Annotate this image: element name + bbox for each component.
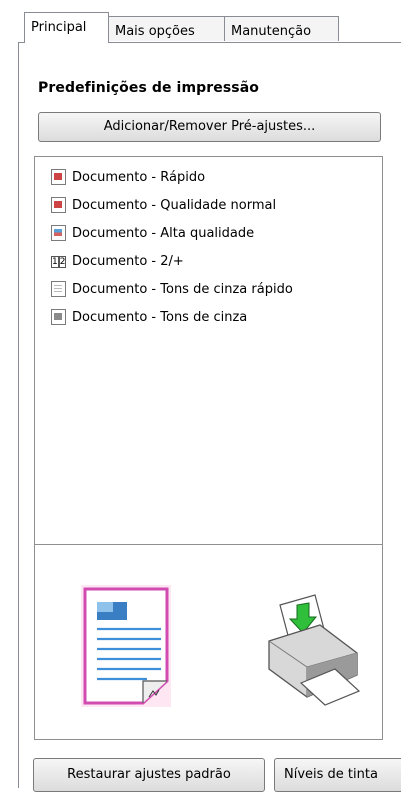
list-item[interactable]: 12 Documento - 2/+ bbox=[51, 251, 184, 271]
list-item[interactable]: Documento - Alta qualidade bbox=[51, 223, 254, 243]
list-item[interactable]: Documento - Rápido bbox=[51, 167, 205, 187]
presets-list[interactable]: Documento - Rápido Documento - Qualidade… bbox=[34, 156, 383, 544]
list-item-label: Documento - 2/+ bbox=[72, 253, 184, 269]
list-item-label: Documento - Alta qualidade bbox=[72, 225, 255, 241]
list-item-label: Documento - Rápido bbox=[72, 169, 206, 185]
document-fast-icon bbox=[51, 169, 66, 185]
list-item[interactable]: Documento - Tons de cinza bbox=[51, 307, 247, 327]
list-item[interactable]: Documento - Tons de cinza rápido bbox=[51, 279, 293, 299]
tab-principal[interactable]: Principal bbox=[24, 12, 109, 43]
list-item[interactable]: Documento - Qualidade normal bbox=[51, 195, 276, 215]
two-pages-icon: 12 bbox=[51, 256, 67, 268]
document-grayscale-fast-icon bbox=[51, 281, 66, 297]
list-item-label: Documento - Tons de cinza bbox=[72, 309, 248, 325]
printer-icon bbox=[268, 594, 361, 706]
list-item-label: Documento - Tons de cinza rápido bbox=[72, 281, 293, 297]
add-remove-presets-button[interactable]: Adicionar/Remover Pré-ajustes... bbox=[38, 112, 381, 142]
document-grayscale-icon bbox=[51, 309, 66, 325]
print-preview bbox=[34, 544, 383, 740]
tab-mais-opcoes[interactable]: Mais opções bbox=[108, 16, 225, 41]
tab-manutencao[interactable]: Manutenção bbox=[224, 16, 339, 41]
list-item-label: Documento - Qualidade normal bbox=[72, 197, 277, 213]
document-high-quality-icon bbox=[51, 225, 66, 241]
document-normal-icon bbox=[51, 197, 66, 213]
presets-heading: Predefinições de impressão bbox=[38, 80, 259, 96]
